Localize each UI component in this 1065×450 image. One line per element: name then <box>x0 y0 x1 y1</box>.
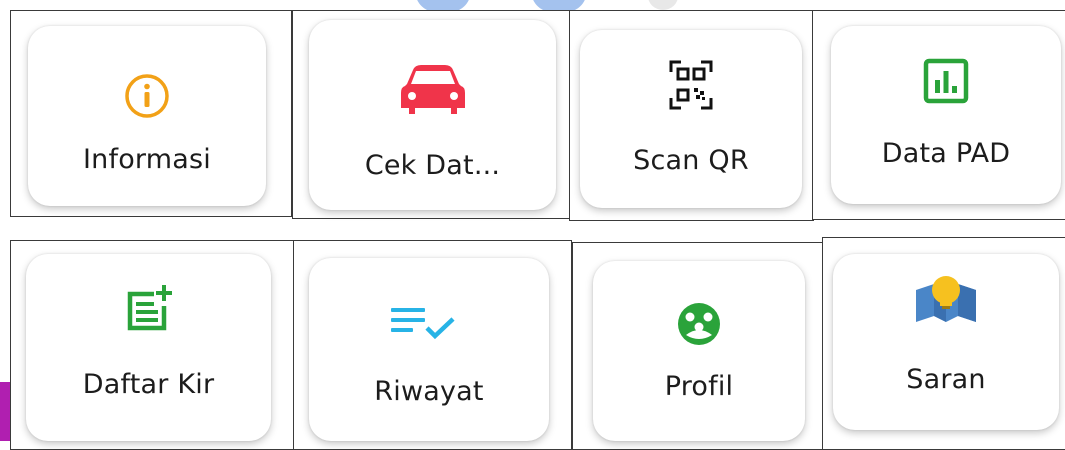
car-icon <box>400 65 465 114</box>
menu-item-data-pad[interactable]: Data PAD <box>831 26 1061 204</box>
profile-icon <box>678 303 720 345</box>
info-icon <box>125 74 169 118</box>
menu-item-label: Saran <box>906 364 986 395</box>
menu-item-label: Data PAD <box>881 138 1011 169</box>
menu-item-label: Scan QR <box>633 145 749 176</box>
menu-item-label: Profil <box>664 371 734 402</box>
menu-item-label: Daftar Kir <box>82 369 215 400</box>
menu-item-cek-data[interactable]: Cek Dat... <box>309 20 556 210</box>
menu-item-label: Informasi <box>83 144 211 175</box>
idea-map-icon <box>916 276 976 322</box>
menu-item-profil[interactable]: Profil <box>593 261 805 441</box>
accent-bar <box>0 382 10 441</box>
checklist-icon <box>391 308 455 340</box>
note-add-icon <box>127 285 172 331</box>
menu-item-informasi[interactable]: Informasi <box>28 26 266 206</box>
menu-item-saran[interactable]: Saran <box>833 254 1059 430</box>
menu-item-label: Riwayat <box>374 376 484 407</box>
background-circle <box>648 0 678 10</box>
menu-item-riwayat[interactable]: Riwayat <box>309 258 549 441</box>
bar-chart-icon <box>923 58 969 104</box>
qr-scan-icon <box>669 60 713 110</box>
menu-item-scan-qr[interactable]: Scan QR <box>580 30 802 208</box>
menu-item-label: Cek Dat... <box>364 150 501 181</box>
menu-item-daftar-kir[interactable]: Daftar Kir <box>26 254 271 441</box>
